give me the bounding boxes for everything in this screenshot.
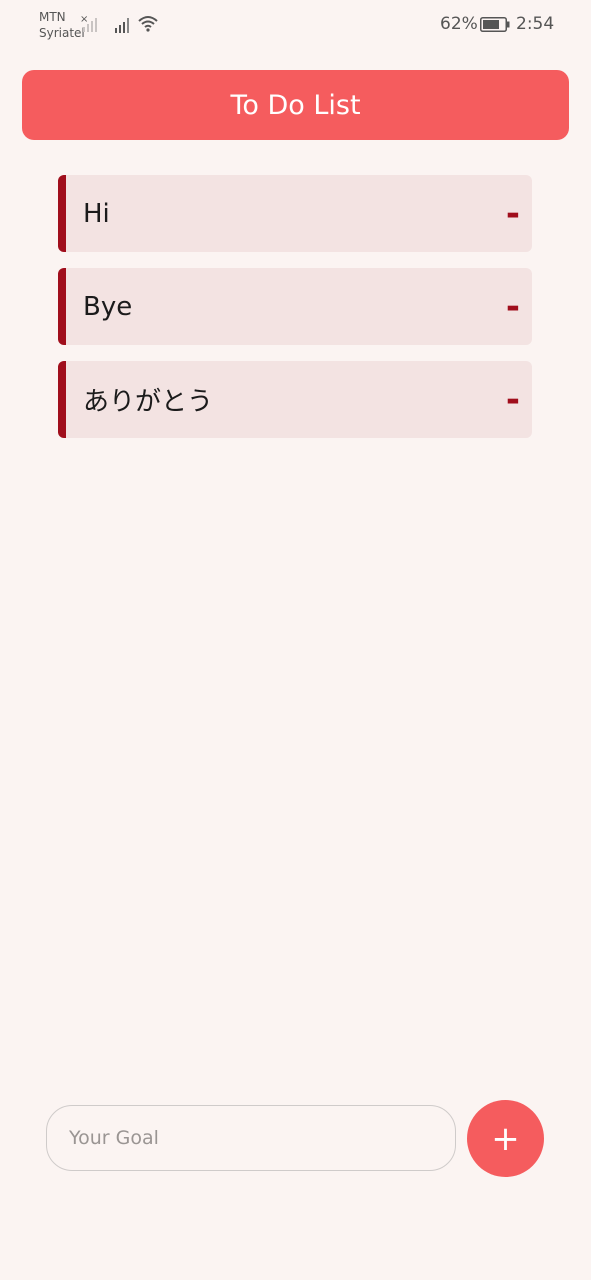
todo-text: Hi xyxy=(83,198,110,229)
remove-button[interactable]: - xyxy=(506,383,532,417)
plus-icon: + xyxy=(491,1118,520,1159)
wifi-icon xyxy=(138,16,158,32)
list-item: ありがとう - xyxy=(58,361,532,438)
list-item: Bye - xyxy=(58,268,532,345)
todo-list: Hi - Bye - ありがとう - xyxy=(58,175,532,454)
battery-icon xyxy=(480,17,510,32)
battery-percent: 62% xyxy=(440,14,478,34)
list-item: Hi - xyxy=(58,175,532,252)
carrier-1-label: MTN xyxy=(39,10,66,24)
remove-button[interactable]: - xyxy=(506,290,532,324)
todo-text: Bye xyxy=(83,291,133,322)
todo-text: ありがとう xyxy=(83,387,214,417)
status-bar: MTN Syriatel × 62% 2:54 xyxy=(0,0,591,50)
svg-text:×: × xyxy=(80,14,88,25)
carrier-names: MTN Syriatel xyxy=(39,9,85,41)
app-screen: MTN Syriatel × 62% 2:54 To Do List Hi - … xyxy=(0,0,591,1280)
carrier-2-label: Syriatel xyxy=(39,26,85,40)
add-goal-button[interactable]: + xyxy=(467,1100,544,1177)
clock: 2:54 xyxy=(516,14,555,34)
app-header: To Do List xyxy=(22,70,569,140)
remove-button[interactable]: - xyxy=(506,197,532,231)
signal-no-service-icon: × xyxy=(80,14,97,32)
page-title: To Do List xyxy=(230,89,361,121)
goal-input[interactable] xyxy=(46,1105,456,1171)
signal-icon xyxy=(115,18,129,33)
